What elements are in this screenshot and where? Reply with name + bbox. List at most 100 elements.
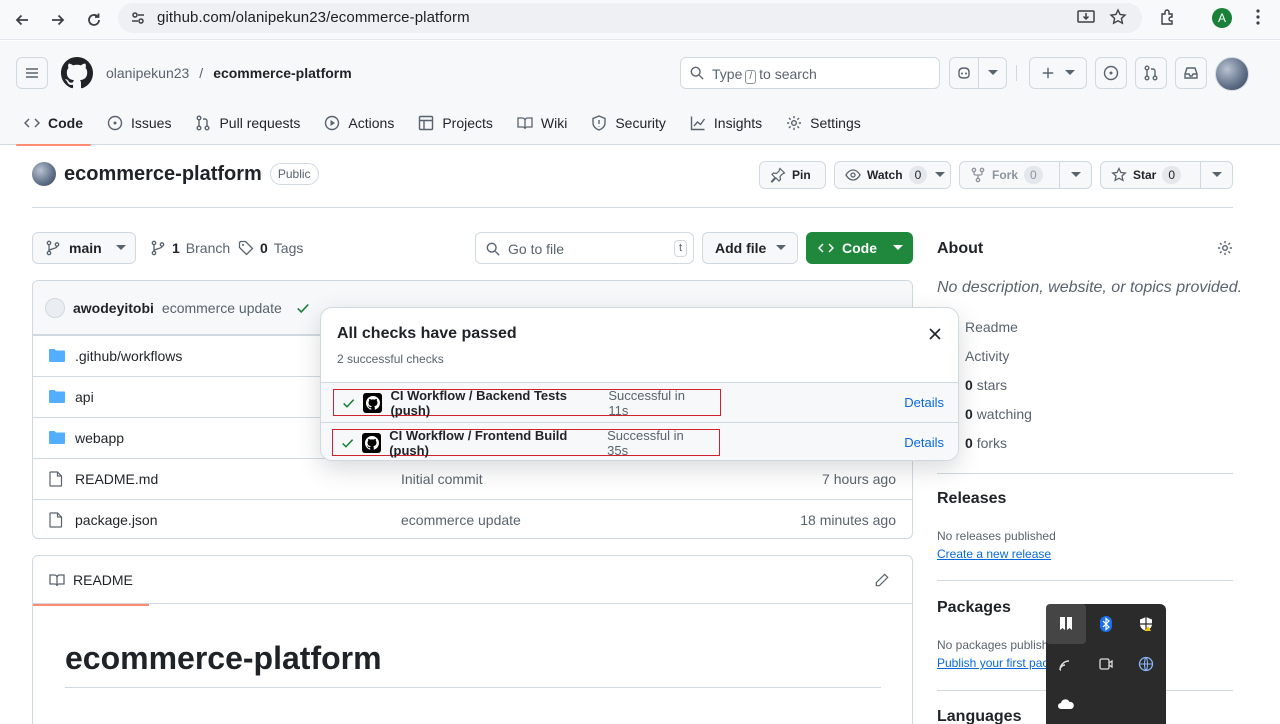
reload-icon[interactable] — [81, 7, 107, 33]
file-commit-message[interactable]: Initial commit — [401, 471, 483, 487]
go-to-file-input[interactable]: Go to file t — [475, 232, 694, 264]
issues-button[interactable] — [1095, 57, 1127, 89]
star-button[interactable]: Star 0 — [1100, 161, 1233, 189]
check-run-row[interactable]: CI Workflow / Backend Tests (push) Succe… — [321, 382, 958, 422]
app-tray-icon[interactable] — [1046, 604, 1086, 644]
bookmark-star-icon[interactable] — [1106, 7, 1130, 27]
about-heading: About — [937, 240, 984, 257]
back-icon[interactable] — [9, 7, 35, 33]
check-status-icon[interactable] — [296, 301, 310, 315]
browser-profile-avatar[interactable]: A — [1212, 8, 1232, 28]
address-bar[interactable]: github.com/olanipekun23/ecommerce-platfo… — [118, 3, 1142, 33]
repo-owner-avatar[interactable] — [32, 162, 56, 186]
inbox-button[interactable] — [1175, 57, 1207, 89]
url-text: github.com/olanipekun23/ecommerce-platfo… — [157, 9, 470, 26]
commit-author-avatar[interactable] — [45, 297, 65, 318]
eye-icon — [845, 169, 861, 181]
network-icon[interactable] — [1046, 644, 1086, 684]
forks-link[interactable]: 0 forks — [965, 435, 1007, 451]
system-tray-flyout — [1046, 604, 1166, 724]
chevron-down-icon[interactable] — [1059, 162, 1091, 188]
details-link[interactable]: Details — [904, 435, 944, 450]
fork-count: 0 — [1024, 166, 1043, 184]
security-shield-icon[interactable] — [1126, 604, 1166, 644]
readme-link[interactable]: Readme — [965, 319, 1018, 335]
tab-label: Security — [615, 115, 666, 131]
copilot-icon — [950, 65, 978, 81]
gear-icon[interactable] — [1217, 240, 1233, 256]
tab-wiki[interactable]: Wiki — [509, 107, 575, 139]
branches-link[interactable]: 1 Branch — [150, 240, 230, 256]
table-row[interactable]: README.md Initial commit 7 hours ago — [33, 458, 912, 499]
owner-link[interactable]: olanipekun23 — [106, 65, 189, 81]
fork-button[interactable]: Fork 0 — [959, 161, 1092, 189]
code-button-label: Code — [842, 240, 877, 256]
graph-icon — [690, 115, 706, 131]
readme-heading: ecommerce-platform — [65, 640, 382, 676]
forward-icon[interactable] — [45, 7, 71, 33]
file-commit-message[interactable]: ecommerce update — [401, 512, 521, 528]
stars-link[interactable]: 0 stars — [965, 377, 1007, 393]
file-name[interactable]: webapp — [75, 430, 124, 446]
chevron-down-icon[interactable] — [1200, 162, 1232, 188]
file-name[interactable]: README.md — [75, 471, 158, 487]
tab-security[interactable]: Security — [583, 107, 674, 139]
watch-label: Watch — [867, 168, 903, 182]
releases-heading[interactable]: Releases — [937, 490, 1006, 508]
install-app-icon[interactable] — [1074, 7, 1098, 27]
onedrive-cloud-icon[interactable] — [1046, 684, 1086, 724]
tab-projects[interactable]: Projects — [410, 107, 501, 139]
tab-label: Issues — [131, 115, 172, 131]
site-settings-icon[interactable] — [130, 10, 146, 26]
packages-heading[interactable]: Packages — [937, 599, 1011, 617]
tab-readme[interactable]: README — [33, 572, 149, 606]
table-row[interactable]: package.json ecommerce update 18 minutes… — [33, 499, 912, 538]
github-logo-icon[interactable] — [61, 57, 93, 89]
watching-link[interactable]: 0 watching — [965, 406, 1032, 422]
activity-link[interactable]: Activity — [965, 348, 1009, 364]
camera-icon[interactable] — [1086, 644, 1126, 684]
extensions-icon[interactable] — [1156, 7, 1180, 27]
repo-link[interactable]: ecommerce-platform — [213, 65, 352, 81]
tab-settings[interactable]: Settings — [778, 107, 869, 139]
tab-pull-requests[interactable]: Pull requests — [187, 107, 308, 139]
search-icon — [690, 66, 704, 80]
pull-requests-button[interactable] — [1135, 57, 1167, 89]
code-button[interactable]: Code — [806, 232, 913, 264]
branch-selector[interactable]: main — [32, 232, 136, 264]
tab-issues[interactable]: Issues — [99, 107, 179, 139]
commit-author[interactable]: awodeyitobi — [73, 300, 154, 316]
pencil-icon[interactable] — [875, 573, 889, 587]
close-button[interactable] — [925, 324, 945, 344]
tab-code[interactable]: Code — [16, 107, 91, 146]
search-input[interactable]: Type / to search — [680, 57, 940, 89]
repo-name[interactable]: ecommerce-platform — [64, 163, 262, 186]
tab-label: Code — [48, 115, 83, 131]
browser-menu-icon[interactable] — [1246, 7, 1270, 27]
chevron-down-icon[interactable] — [978, 58, 1006, 88]
tab-actions[interactable]: Actions — [316, 107, 402, 139]
copilot-button[interactable] — [949, 57, 1007, 89]
details-link[interactable]: Details — [904, 395, 944, 410]
hamburger-menu-button[interactable] — [16, 57, 48, 89]
add-file-button[interactable]: Add file — [702, 232, 798, 264]
tab-insights[interactable]: Insights — [682, 107, 770, 139]
gear-icon — [786, 115, 802, 131]
publish-package-link[interactable]: Publish your first pac — [937, 656, 1048, 670]
file-name[interactable]: package.json — [75, 512, 158, 528]
tags-link[interactable]: 0 Tags — [238, 240, 303, 256]
commit-message[interactable]: ecommerce update — [162, 300, 282, 316]
user-avatar[interactable] — [1215, 57, 1249, 91]
create-release-link[interactable]: Create a new release — [937, 547, 1051, 561]
bluetooth-icon[interactable] — [1086, 604, 1126, 644]
add-file-label: Add file — [715, 240, 767, 256]
globe-icon[interactable] — [1126, 644, 1166, 684]
check-run-name: CI Workflow / Backend Tests (push) — [390, 387, 567, 418]
watch-button[interactable]: Watch 0 — [834, 161, 951, 189]
file-name[interactable]: api — [75, 389, 94, 405]
check-run-status: Successful in 35s — [607, 427, 684, 458]
check-run-row[interactable]: CI Workflow / Frontend Build (push) Succ… — [321, 422, 958, 460]
file-name[interactable]: .github/workflows — [75, 348, 182, 364]
pin-button[interactable]: Pin — [759, 161, 826, 189]
create-new-button[interactable] — [1029, 57, 1087, 89]
